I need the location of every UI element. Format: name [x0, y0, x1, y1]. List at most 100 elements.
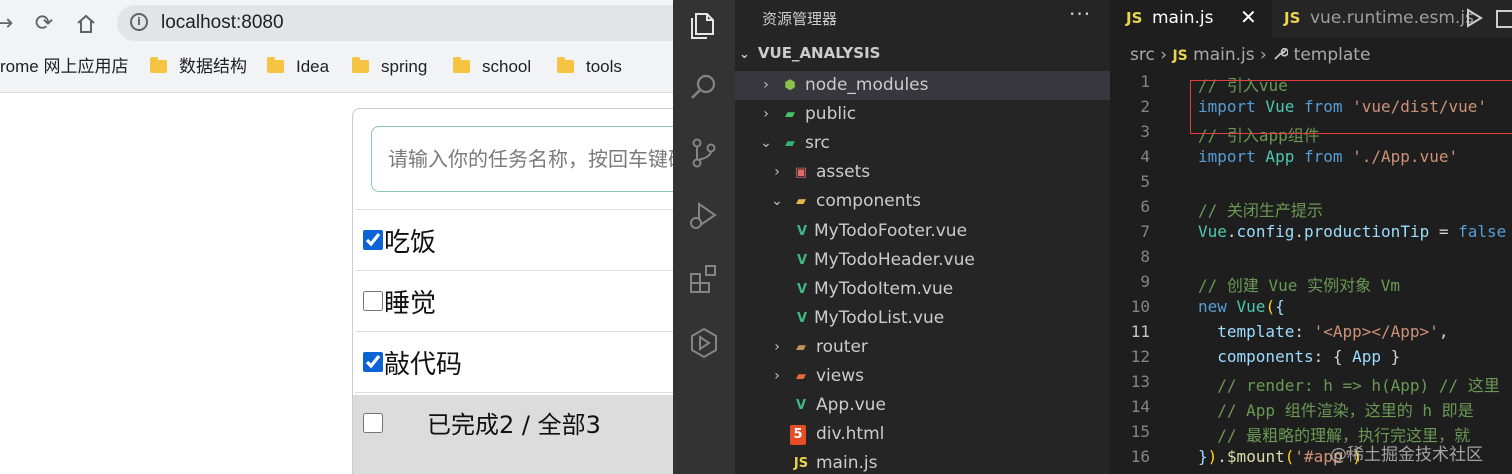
explorer-title: 资源管理器 [762, 10, 838, 28]
tree-item[interactable]: › ▰ views [735, 362, 1110, 391]
reload-icon[interactable]: ⟳ [30, 10, 58, 38]
code-line[interactable]: new Vue({ [1198, 297, 1285, 316]
code-line[interactable]: // 创建 Vue 实例对象 Vm [1198, 272, 1400, 296]
code-line[interactable]: // render: h => h(App) // 这里 [1198, 372, 1499, 396]
tree-item[interactable]: ⌄ ▰ src [735, 129, 1110, 158]
tree-item[interactable]: › ▰ public [735, 100, 1110, 129]
tree-item[interactable]: V MyTodoItem.vue [735, 275, 1110, 304]
extensions-icon[interactable] [687, 262, 721, 296]
bookmark-label: spring [381, 57, 428, 76]
code-line[interactable]: template: '<App></App>', [1198, 322, 1448, 341]
todo-checkbox[interactable] [363, 291, 383, 311]
breadcrumb-template[interactable]: template [1294, 45, 1371, 65]
code-line[interactable]: Vue.config.productionTip = false [1198, 222, 1506, 241]
bookmark-item[interactable]: 数据结构 [150, 54, 247, 80]
tree-item[interactable]: V MyTodoList.vue [735, 304, 1110, 333]
project-root[interactable]: ⌄ VUE_ANALYSIS [739, 44, 880, 62]
line-number: 14 [1130, 397, 1150, 416]
tree-item[interactable]: › ⬢ node_modules [735, 71, 1110, 100]
browser-window: → ⟳ i localhost:8080 rome 网上应用店 数据结构 Idea s… [0, 0, 673, 474]
tree-item-label: assets [816, 162, 871, 183]
components-folder-icon: ▰ [796, 194, 806, 210]
explorer-icon[interactable] [687, 8, 721, 42]
chevron-down-icon[interactable]: ⌄ [759, 129, 773, 158]
home-icon[interactable] [72, 10, 100, 38]
bookmark-item[interactable]: school [453, 54, 531, 80]
more-actions-icon[interactable]: ··· [1069, 2, 1091, 26]
chevron-right-icon[interactable]: › [759, 71, 773, 100]
vue-file-icon: V [796, 310, 808, 326]
code-line[interactable]: components: { App } [1198, 347, 1400, 366]
code-line[interactable]: // 关闭生产提示 [1198, 197, 1323, 221]
tree-item-label: MyTodoFooter.vue [814, 220, 968, 241]
code-token: : [1294, 322, 1314, 341]
breadcrumb-src[interactable]: src [1130, 45, 1155, 65]
chevron-down-icon[interactable]: ⌄ [770, 187, 784, 216]
tree-item[interactable]: ⌄ ▰ components [735, 187, 1110, 216]
line-number: 1 [1140, 72, 1150, 91]
bookmark-item[interactable]: spring [352, 54, 427, 80]
todo-item[interactable]: 睡觉 [355, 271, 673, 332]
bookmark-item[interactable]: tools [557, 54, 622, 80]
tree-item[interactable]: 5 div.html [735, 420, 1110, 449]
tab-label: vue.runtime.esm.js [1310, 8, 1474, 28]
code-token: from [1303, 147, 1343, 166]
tree-item[interactable]: V App.vue [735, 391, 1110, 420]
editor-area: JS main.js ✕ JS vue.runtime.esm.js src ›… [1110, 0, 1512, 474]
chevron-right-icon[interactable]: › [759, 100, 773, 129]
tree-item[interactable]: V MyTodoHeader.vue [735, 246, 1110, 275]
run-icon[interactable] [1464, 8, 1484, 28]
todo-input[interactable] [371, 126, 673, 192]
check-all-checkbox[interactable] [363, 413, 383, 433]
address-text[interactable]: localhost:8080 [161, 12, 284, 34]
code-token: . [1226, 222, 1237, 241]
html-file-icon: 5 [790, 425, 806, 446]
code-token: template [1198, 322, 1295, 341]
folder-icon [352, 57, 369, 73]
chevron-right-icon[interactable]: › [770, 362, 784, 391]
chevron-right-icon[interactable]: › [770, 158, 784, 187]
todo-checkbox[interactable] [363, 352, 383, 372]
tree-item[interactable]: V MyTodoFooter.vue [735, 217, 1110, 246]
code-line[interactable]: import App from './App.vue' [1198, 147, 1458, 166]
tree-item-label: public [805, 104, 857, 125]
line-number: 12 [1130, 347, 1150, 366]
bookmark-item[interactable]: Idea [267, 54, 329, 80]
bookmark-item[interactable]: rome 网上应用店 [0, 54, 128, 80]
code-line[interactable]: // App 组件渲染，这里的 h 即是 [1198, 397, 1473, 421]
breadcrumb-main-js[interactable]: main.js [1193, 45, 1254, 65]
code-token: // 关闭生产提示 [1198, 201, 1323, 220]
views-folder-icon: ▰ [796, 369, 806, 384]
js-file-icon: JS [793, 456, 809, 472]
code-token: } [1381, 347, 1401, 366]
tree-item[interactable]: › ▰ router [735, 333, 1110, 362]
code-token: config [1236, 222, 1295, 241]
todo-item[interactable]: 吃饭 [355, 210, 673, 271]
split-editor-icon[interactable] [1496, 10, 1512, 28]
line-number: 2 [1140, 97, 1150, 116]
chevron-right-icon[interactable]: › [770, 333, 784, 362]
search-icon[interactable] [687, 70, 721, 104]
todo-label: 睡觉 [384, 289, 437, 319]
line-number: 4 [1140, 147, 1150, 166]
bookmark-label: school [482, 57, 532, 76]
tree-item-label: src [805, 133, 830, 154]
tab-main-js[interactable]: JS main.js ✕ [1110, 0, 1272, 38]
address-bar[interactable]: i localhost:8080 [117, 5, 673, 41]
back-icon[interactable]: → [0, 10, 18, 38]
run-debug-icon[interactable] [687, 198, 721, 232]
todo-checkbox[interactable] [363, 230, 383, 250]
remote-explorer-icon[interactable] [687, 326, 721, 360]
source-control-icon[interactable] [687, 136, 721, 170]
todo-item[interactable]: 敲代码 [355, 332, 673, 393]
code-token: productionTip [1303, 222, 1430, 241]
tab-vue-runtime[interactable]: JS vue.runtime.esm.js [1272, 0, 1474, 38]
bookmark-label: Idea [296, 57, 330, 76]
folder-icon [150, 57, 167, 73]
tree-item[interactable]: JS main.js [735, 449, 1110, 474]
close-icon[interactable]: ✕ [1240, 5, 1257, 29]
tree-item[interactable]: › ▣ assets [735, 158, 1110, 187]
site-info-icon[interactable]: i [130, 13, 148, 31]
wrench-icon [1272, 45, 1293, 65]
code-token: new [1198, 297, 1227, 316]
